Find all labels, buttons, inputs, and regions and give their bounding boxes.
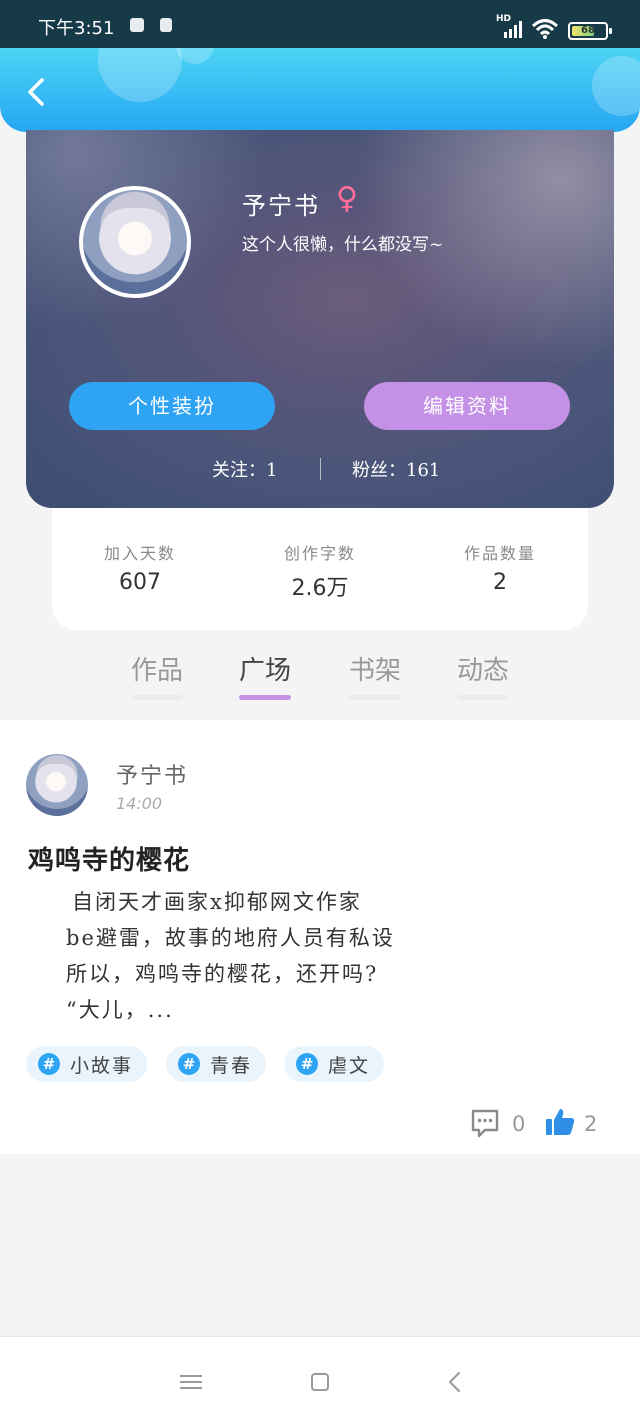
post-author-name: 予宁书: [116, 764, 189, 789]
edit-profile-button[interactable]: 编辑资料: [364, 382, 570, 430]
tag-label: 虐文: [328, 1054, 371, 1077]
post-excerpt-line: 所以，鸡鸣寺的樱花，还开吗?: [66, 962, 379, 986]
signal-icon: [504, 21, 522, 38]
profile-username: 予宁书: [242, 192, 320, 220]
comment-count: 0: [512, 1112, 526, 1136]
back-chevron-icon[interactable]: [440, 1367, 470, 1397]
post-title[interactable]: 鸡鸣寺的樱花: [28, 840, 190, 877]
dress-up-button[interactable]: 个性装扮: [69, 382, 275, 430]
menu-icon[interactable]: [176, 1367, 206, 1397]
comment-icon: [471, 1109, 499, 1138]
profile-card: 予宁书 ♀ 这个人很懒，什么都没写~ 个性装扮 编辑资料 关注：1 粉丝：161: [26, 130, 614, 508]
notification-icon: [130, 18, 144, 32]
post-timestamp: 14:00: [116, 794, 163, 813]
follow-stats: 关注：1 粉丝：161: [26, 456, 614, 484]
hashtag-icon: #: [38, 1053, 60, 1075]
female-gender-icon: ♀: [336, 181, 358, 216]
battery-level: 68: [581, 25, 595, 36]
tab-underline: [349, 695, 401, 700]
like-count: 2: [584, 1112, 598, 1136]
status-time: 下午3:51: [38, 18, 115, 39]
tab-square[interactable]: 广场: [220, 650, 310, 700]
stat-value: 607: [119, 570, 161, 595]
like-button[interactable]: 2: [544, 1106, 604, 1142]
decor-bubble: [98, 48, 182, 102]
stat-label: 加入天数: [103, 544, 176, 563]
tag-chip[interactable]: # 青春: [166, 1046, 267, 1082]
post-excerpt-line: “大儿，...: [66, 998, 174, 1022]
tab-label: 书架: [348, 656, 401, 686]
following-count[interactable]: 关注：1: [212, 456, 277, 482]
tab-label: 作品: [130, 656, 183, 686]
chevron-left-icon: [28, 78, 44, 106]
tab-bookshelf[interactable]: 书架: [330, 650, 420, 700]
system-nav-bar: [0, 1336, 640, 1422]
stat-works-count: 作品数量 2: [420, 540, 580, 595]
hashtag-icon: #: [296, 1053, 318, 1075]
tab-activity[interactable]: 动态: [438, 650, 528, 700]
home-square-icon[interactable]: [305, 1367, 335, 1397]
divider: [320, 458, 321, 480]
tab-underline: [457, 695, 509, 700]
post-excerpt-line: 自闭天才画家x抑郁网文作家: [72, 890, 362, 914]
post-excerpt-line: be避雷，故事的地府人员有私设: [66, 926, 395, 950]
avatar[interactable]: [79, 186, 191, 298]
avatar-figure: [97, 208, 173, 284]
post-author-avatar[interactable]: [26, 754, 88, 816]
status-bar: 下午3:51 HD 68: [0, 0, 640, 48]
tag-label: 小故事: [70, 1054, 134, 1077]
hashtag-icon: #: [178, 1053, 200, 1075]
app-notification-icon: [160, 18, 172, 32]
top-nav-bar: [0, 48, 640, 132]
stat-label: 作品数量: [463, 544, 536, 563]
decor-bubble: [592, 56, 640, 116]
tab-works[interactable]: 作品: [112, 650, 202, 700]
wifi-icon: [532, 19, 558, 39]
stat-word-count: 创作字数 2.6万: [240, 540, 400, 602]
avatar-figure: [34, 764, 78, 808]
tab-underline: [131, 695, 183, 700]
battery-icon: 68: [568, 22, 612, 40]
tab-label: 广场: [238, 656, 291, 686]
post-card[interactable]: 予宁书 14:00 鸡鸣寺的樱花 自闭天才画家x抑郁网文作家 be避雷，故事的地…: [0, 720, 640, 1154]
stat-join-days: 加入天数 607: [60, 540, 220, 595]
stat-label: 创作字数: [283, 544, 356, 563]
stat-value: 2: [493, 570, 507, 595]
tag-label: 青春: [210, 1054, 253, 1077]
fans-count[interactable]: 粉丝：161: [352, 456, 440, 482]
comment-button[interactable]: 0: [470, 1108, 530, 1144]
tab-underline-active: [239, 695, 291, 700]
back-button[interactable]: [16, 72, 56, 112]
tab-label: 动态: [456, 656, 509, 686]
post-excerpt[interactable]: 自闭天才画家x抑郁网文作家 be避雷，故事的地府人员有私设 所以，鸡鸣寺的樱花，…: [66, 884, 446, 1028]
tag-chip[interactable]: # 小故事: [26, 1046, 148, 1082]
thumbs-up-icon: [546, 1109, 575, 1135]
profile-bio: 这个人很懒，什么都没写~: [242, 235, 444, 255]
stat-value: 2.6万: [291, 576, 349, 601]
profile-tabs: 作品 广场 书架 动态: [0, 640, 640, 710]
tag-chip[interactable]: # 虐文: [284, 1046, 385, 1082]
stats-card: 加入天数 607 创作字数 2.6万 作品数量 2: [52, 508, 588, 630]
